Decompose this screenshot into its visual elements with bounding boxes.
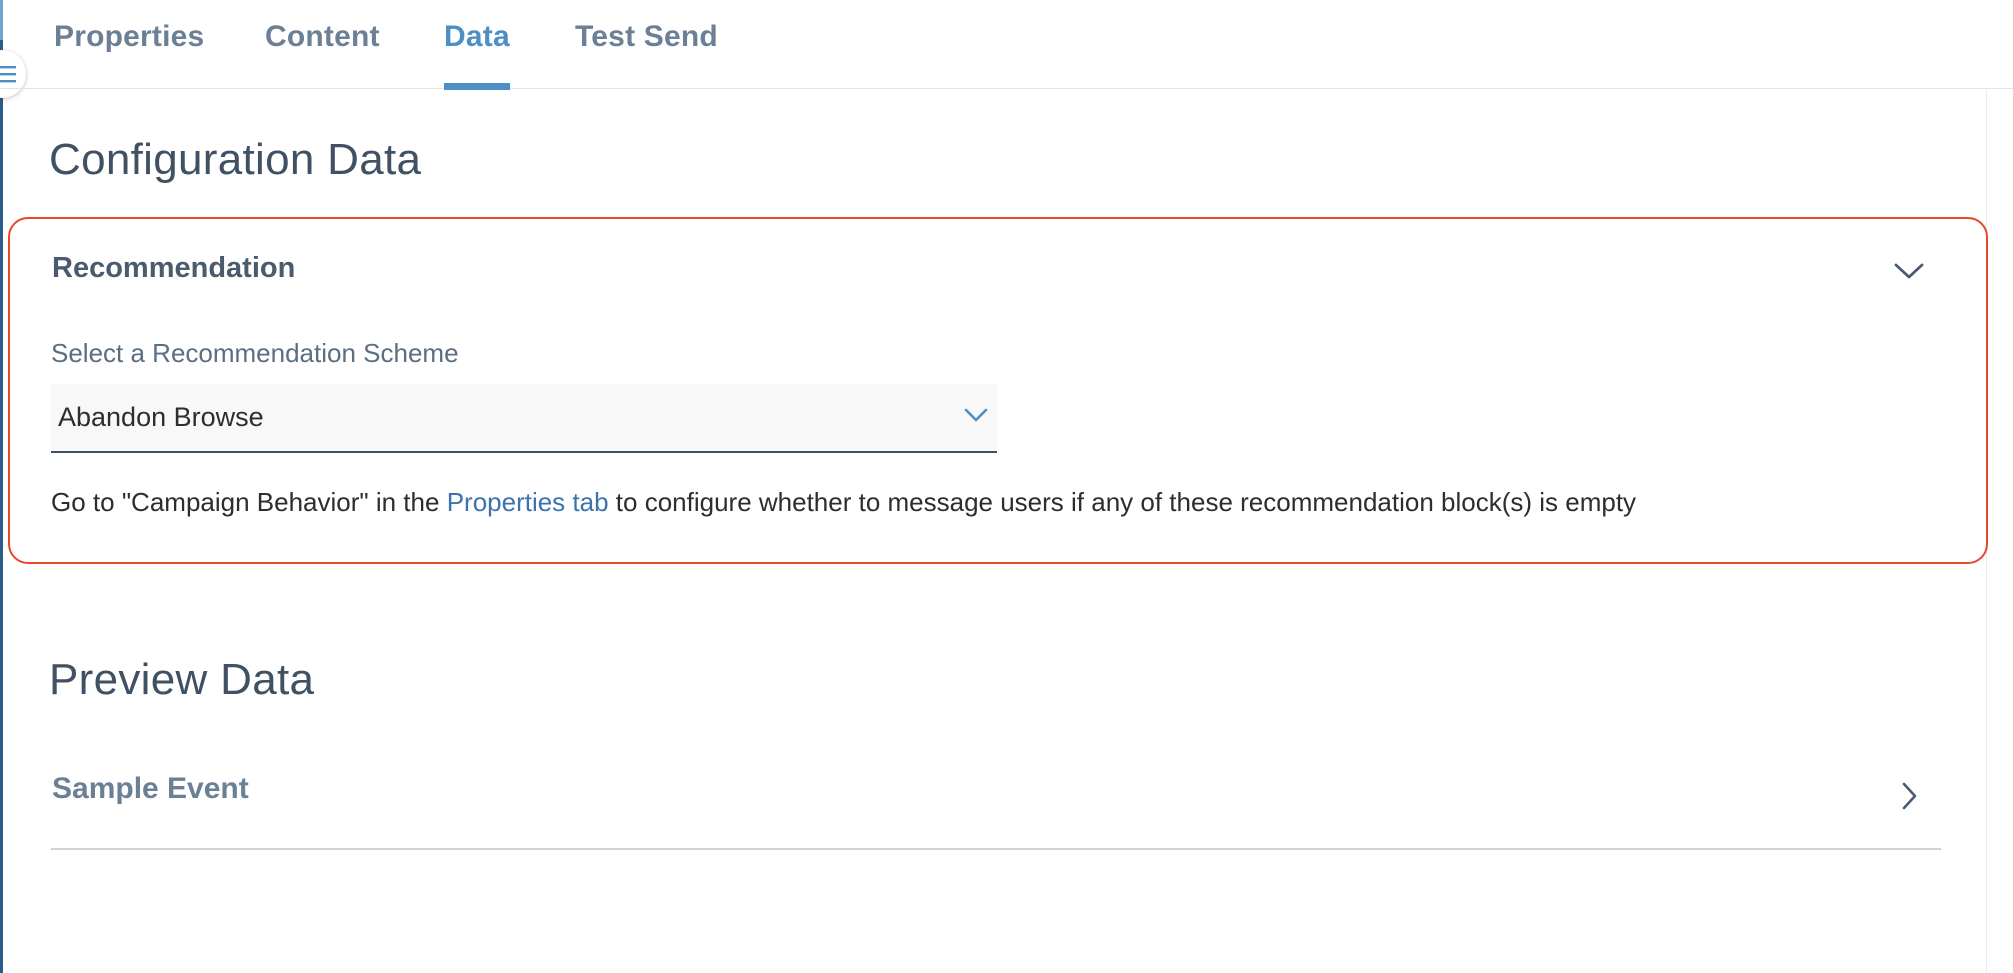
data-tab-page: Properties Content Data Test Send Config…	[0, 0, 2013, 973]
campaign-behavior-help-text: Go to "Campaign Behavior" in the Propert…	[51, 487, 1636, 518]
help-text-suffix: to configure whether to message users if…	[608, 487, 1637, 517]
tab-bar: Properties Content Data Test Send	[0, 0, 2013, 90]
chevron-right-icon	[1902, 782, 1917, 810]
recommendation-scheme-select[interactable]: Abandon Browse	[51, 384, 997, 453]
selected-scheme-value: Abandon Browse	[58, 402, 264, 432]
tab-data[interactable]: Data	[444, 20, 510, 90]
properties-tab-link[interactable]: Properties tab	[447, 487, 609, 517]
tab-properties[interactable]: Properties	[54, 20, 204, 89]
recommendation-card: Recommendation Select a Recommendation S…	[8, 217, 1988, 564]
tab-content[interactable]: Content	[265, 20, 380, 89]
scheme-field-label: Select a Recommendation Scheme	[51, 338, 459, 368]
sample-event-label: Sample Event	[52, 772, 249, 805]
tab-test-send[interactable]: Test Send	[575, 20, 718, 89]
help-text-prefix: Go to "Campaign Behavior" in the	[51, 487, 447, 517]
sample-event-row[interactable]: Sample Event	[51, 750, 1941, 850]
recommendation-card-title: Recommendation	[52, 252, 296, 284]
configuration-data-heading: Configuration Data	[49, 135, 422, 184]
left-edge-rail	[0, 0, 3, 973]
preview-data-heading: Preview Data	[49, 655, 315, 704]
chevron-down-icon[interactable]	[1892, 259, 1926, 283]
chevron-down-icon	[964, 408, 988, 422]
